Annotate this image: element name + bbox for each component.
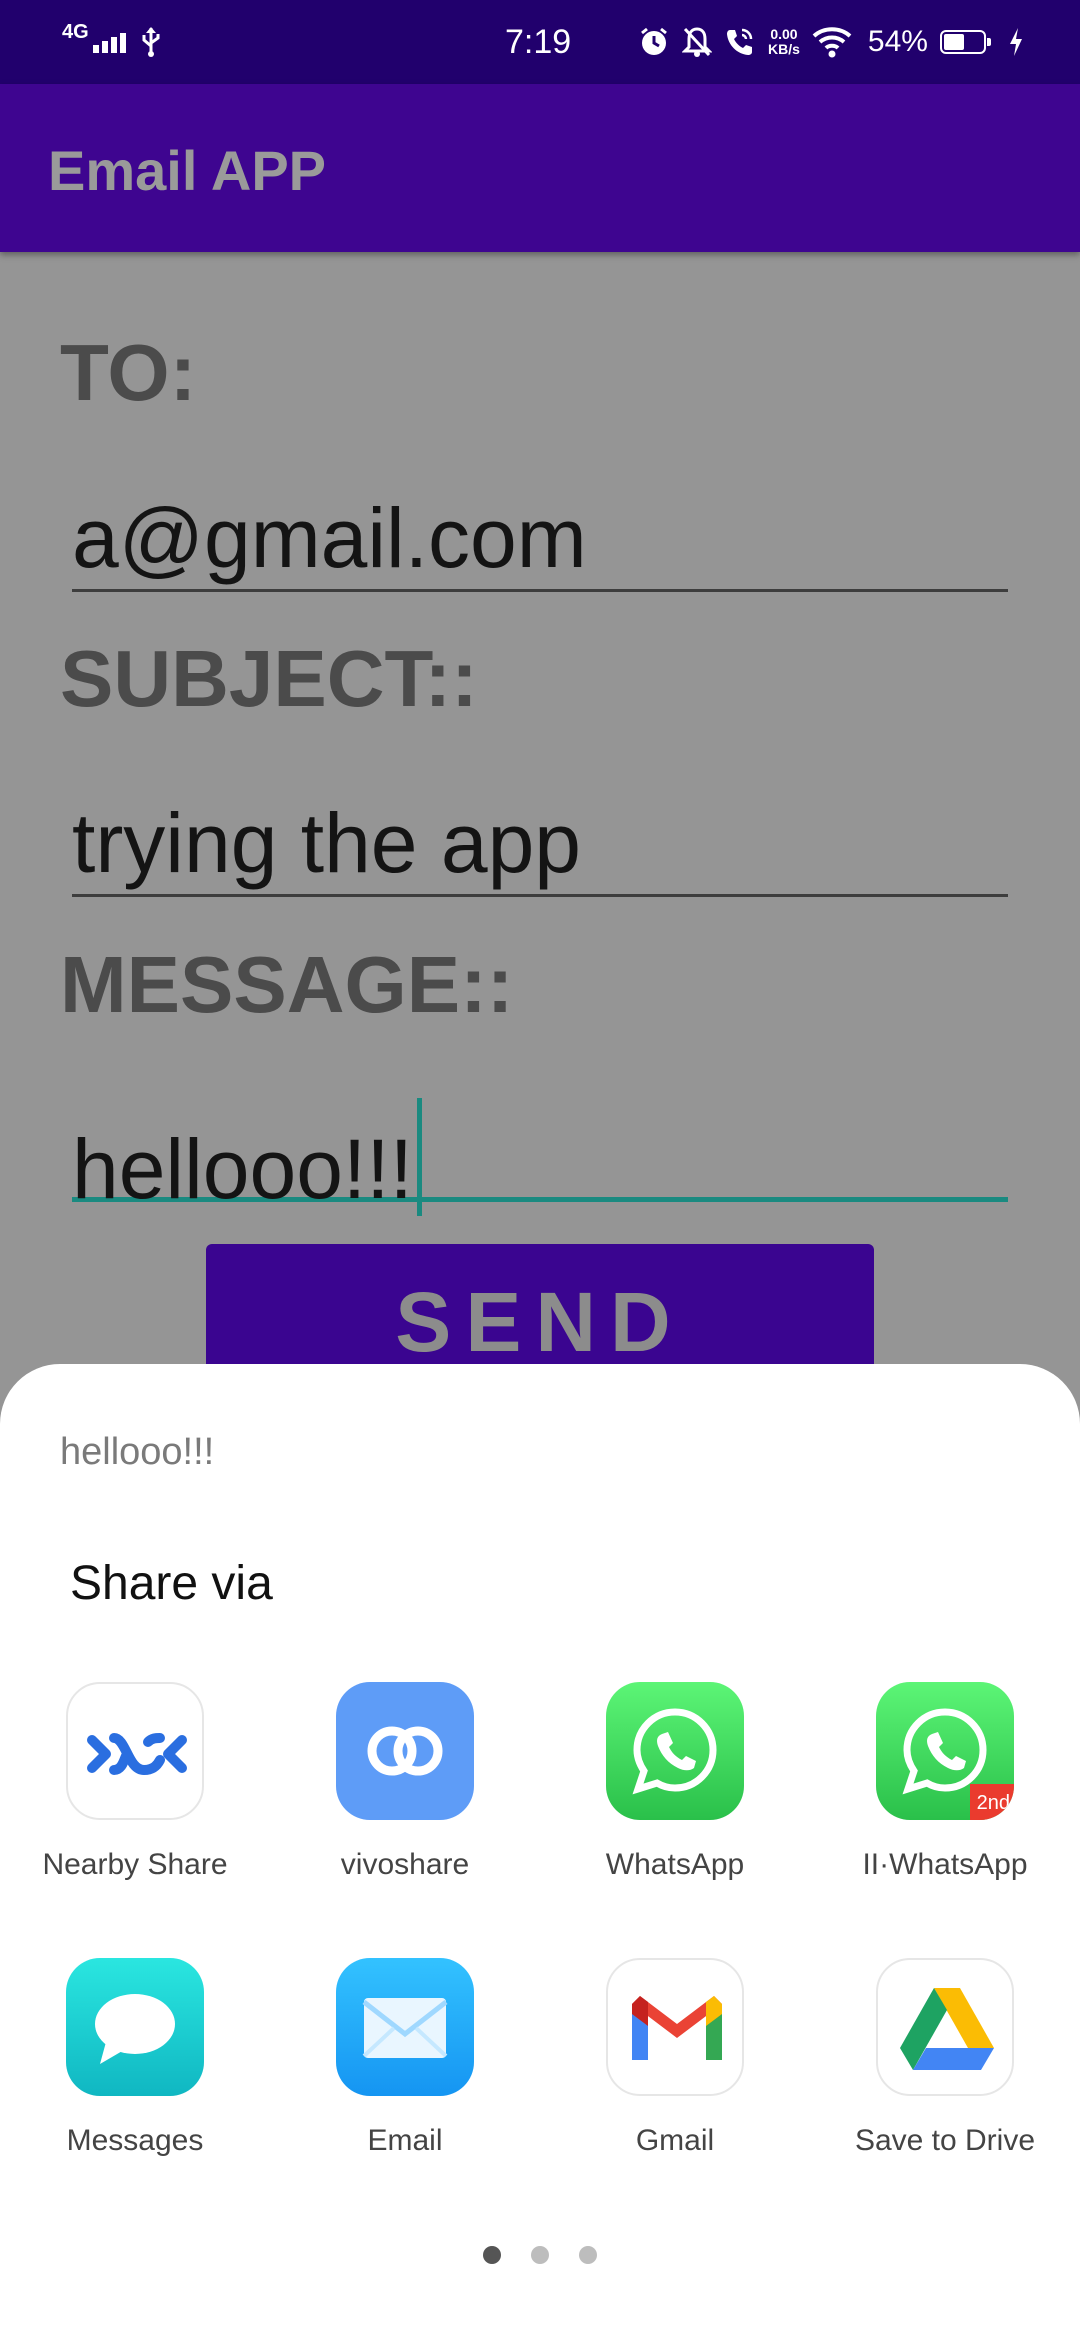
app-label: WhatsApp (605, 1848, 745, 1881)
page-dot[interactable] (483, 2246, 501, 2264)
share-target-save-to-drive[interactable]: Save to Drive (810, 1958, 1080, 2188)
google-drive-icon (876, 1958, 1014, 2096)
status-bar: 4G 7:19 0.00 KB/s 54% (0, 0, 1080, 84)
app-label: Save to Drive (854, 2124, 1036, 2157)
share-sheet-title: Share via (70, 1557, 273, 1610)
app-title: Email APP (48, 139, 327, 202)
page-dot[interactable] (579, 2246, 597, 2264)
share-target-whatsapp-clone[interactable]: 2nd II·WhatsApp (810, 1682, 1080, 1912)
subject-label: SUBJECT:: (60, 634, 478, 723)
usb-icon (140, 26, 162, 58)
share-target-whatsapp[interactable]: WhatsApp (540, 1682, 810, 1912)
to-value: a@gmail.com (72, 491, 587, 585)
share-preview-text: hellooo!!! (60, 1431, 215, 1473)
network-speed: 0.00 KB/s (768, 26, 800, 57)
send-label: SEND (395, 1274, 685, 1369)
battery-fill (943, 34, 965, 50)
battery-icon (939, 30, 991, 54)
wifi-calling-icon (724, 26, 756, 58)
app-label: Nearby Share (42, 1848, 228, 1881)
app-label: Messages (66, 2124, 204, 2157)
messages-icon (66, 1958, 204, 2096)
message-value: hellooo!!! (72, 1122, 413, 1216)
to-field[interactable]: a@gmail.com (72, 488, 1008, 592)
bell-off-icon (682, 26, 712, 58)
clone-badge: 2nd (976, 1792, 1010, 1814)
share-target-nearby-share[interactable]: Nearby Share (0, 1682, 270, 1912)
share-target-vivoshare[interactable]: vivoshare (270, 1682, 540, 1912)
network-type: 4G (62, 21, 89, 43)
alarm-icon (638, 26, 670, 58)
message-value-wrap: hellooo!!! (72, 1098, 422, 1219)
wifi-icon (812, 26, 852, 58)
email-icon (336, 1958, 474, 2096)
message-field[interactable]: hellooo!!! (72, 1098, 1008, 1216)
page-dot[interactable] (531, 2246, 549, 2264)
signal-icon (92, 31, 126, 53)
app-label: II·WhatsApp (862, 1848, 1028, 1881)
nearby-share-icon (66, 1682, 204, 1820)
charging-icon (1008, 26, 1024, 58)
app-label: Gmail (635, 2124, 715, 2157)
app-bar: Email APP (0, 84, 1080, 252)
subject-value: trying the app (72, 796, 582, 890)
whatsapp-icon (606, 1682, 744, 1820)
send-button[interactable]: SEND (206, 1244, 874, 1384)
share-target-gmail[interactable]: Gmail (540, 1958, 810, 2188)
share-sheet: hellooo!!! Share via Nearby Share vivosh… (0, 1364, 1080, 2340)
subject-field[interactable]: trying the app (72, 793, 1008, 897)
text-cursor (416, 1098, 422, 1216)
to-label: TO: (60, 328, 197, 417)
page-indicator (0, 2246, 1080, 2264)
battery-percent: 54% (867, 25, 928, 58)
message-label: MESSAGE:: (60, 940, 514, 1029)
app-label: vivoshare (340, 1848, 470, 1881)
whatsapp-clone-icon: 2nd (876, 1682, 1014, 1820)
share-target-messages[interactable]: Messages (0, 1958, 270, 2188)
clock: 7:19 (505, 23, 572, 61)
app-label: Email (367, 2124, 443, 2157)
vivoshare-icon (336, 1682, 474, 1820)
share-target-email[interactable]: Email (270, 1958, 540, 2188)
gmail-icon (606, 1958, 744, 2096)
